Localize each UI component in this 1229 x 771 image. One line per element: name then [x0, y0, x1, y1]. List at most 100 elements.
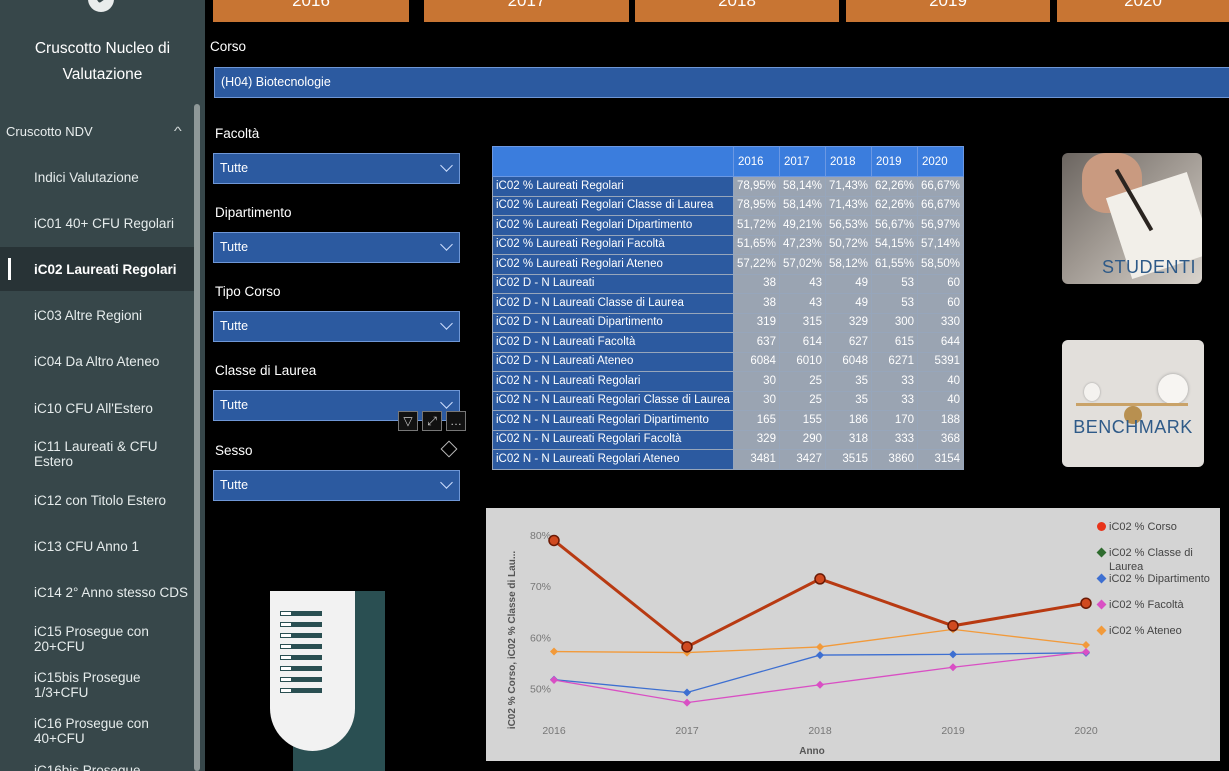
table-row-label: iC02 % Laureati Regolari — [492, 176, 734, 197]
table-row-label: iC02 N - N Laureati Regolari Dipartiment… — [492, 410, 734, 431]
balance-ball-small — [1084, 383, 1100, 401]
sidebar-item-ic10-cfu-all-estero[interactable]: iC10 CFU All'Estero — [0, 386, 195, 430]
data-point[interactable] — [947, 620, 959, 632]
sidebar-scrollbar[interactable] — [194, 104, 200, 771]
more-options-icon[interactable]: … — [446, 411, 466, 431]
series-line[interactable] — [553, 539, 1087, 649]
diamond-marker-icon — [1096, 599, 1107, 610]
table-cell: 53 — [870, 293, 919, 314]
sidebar-item-ic02-laureati-regolari[interactable]: iC02 Laureati Regolari — [0, 247, 195, 292]
data-point[interactable] — [1080, 597, 1092, 609]
data-point[interactable] — [816, 680, 824, 689]
sidebar-item-indici-valutazione[interactable]: Indici Valutazione — [0, 155, 195, 199]
balance-ball-large — [1158, 374, 1188, 404]
year-button-2017[interactable]: 2017 — [424, 0, 629, 22]
studenti-card[interactable]: STUDENTI — [1062, 153, 1202, 284]
table-cell: 290 — [778, 429, 826, 450]
legend-item[interactable]: iC02 % Facoltà — [1096, 598, 1220, 624]
table-cell: 49 — [824, 293, 873, 314]
table-cell: 6048 — [824, 351, 873, 372]
sidebar-item-ic12-con-titolo-estero[interactable]: iC12 con Titolo Estero — [0, 478, 195, 522]
sidebar-item-label: iC03 Altre Regioni — [34, 308, 143, 324]
nav-group-cruscotto-ndv[interactable]: Cruscotto NDV ^ — [0, 114, 195, 148]
sidebar-item-label: iC13 CFU Anno 1 — [34, 539, 140, 555]
data-point[interactable] — [949, 663, 957, 672]
data-point[interactable] — [681, 641, 693, 653]
series-line[interactable] — [553, 539, 1087, 648]
table-header-blank — [492, 146, 734, 177]
sidebar-item-ic11-laureati-cfu-estero[interactable]: iC11 Laureati & CFU Estero — [0, 432, 195, 476]
facolta-select[interactable]: Tutte — [213, 153, 460, 184]
benchmark-card[interactable]: BENCHMARK — [1062, 340, 1204, 467]
diamond-marker-icon — [1096, 573, 1107, 584]
table-cell: 30 — [732, 390, 780, 411]
table-cell: 60 — [917, 273, 965, 294]
year-button-2018[interactable]: 2018 — [635, 0, 839, 22]
data-point[interactable] — [816, 651, 824, 660]
table-cell: 51,72% — [732, 215, 780, 236]
sidebar-item-ic01-40-cfu-regolari[interactable]: iC01 40+ CFU Regolari — [0, 201, 195, 245]
data-point[interactable] — [949, 650, 957, 659]
data-point[interactable] — [550, 676, 558, 685]
data-point[interactable] — [550, 647, 558, 656]
table-header-2018[interactable]: 2018 — [824, 146, 873, 177]
table-cell: 61,55% — [870, 254, 919, 275]
sidebar-item-ic04-da-altro-ateneo[interactable]: iC04 Da Altro Ateneo — [0, 340, 195, 384]
table-header-2020[interactable]: 2020 — [917, 146, 965, 177]
table-row: iC02 N - N Laureati Regolari Facoltà 329 2… — [492, 429, 965, 450]
year-button-2019[interactable]: 2019 — [846, 0, 1050, 22]
table-cell: 315 — [778, 312, 826, 333]
sidebar-item-label: iC10 CFU All'Estero — [34, 400, 153, 416]
line-chart: iC02 % Corso, iC02 % Classe di Lau... An… — [486, 508, 1220, 761]
data-point[interactable] — [814, 573, 826, 585]
data-point[interactable] — [683, 698, 691, 707]
table-header-2019[interactable]: 2019 — [870, 146, 919, 177]
table-row: iC02 N - N Laureati Regolari Classe di L… — [492, 390, 965, 411]
sidebar-item-ic15bis-prosegue-1-3-cfu[interactable]: iC15bis Prosegue 1/3+CFU — [0, 663, 195, 707]
focus-mode-icon[interactable]: ⤢ — [422, 411, 442, 431]
table-cell: 56,97% — [917, 215, 965, 236]
sidebar-item-ic03-altre-regioni[interactable]: iC03 Altre Regioni — [0, 294, 195, 338]
sidebar-item-label: iC16bis Prosegue 2/3+CFU — [34, 762, 141, 771]
sesso-label: Sesso — [215, 443, 253, 458]
sidebar-item-label: iC16 Prosegue con 40+CFU — [34, 716, 149, 747]
sidebar-item-ic16-prosegue-con-40-cfu[interactable]: iC16 Prosegue con 40+CFU — [0, 709, 195, 753]
tipo-corso-select[interactable]: Tutte — [213, 311, 460, 342]
data-point[interactable] — [1082, 647, 1090, 656]
circle-marker-icon — [1097, 522, 1106, 531]
legend-item[interactable]: iC02 % Ateneo — [1096, 624, 1220, 650]
sesso-select[interactable]: Tutte — [213, 470, 460, 501]
series-line[interactable] — [553, 651, 1087, 704]
legend-item[interactable]: iC02 % Corso — [1097, 520, 1220, 546]
year-button-2016[interactable]: 2016 — [213, 0, 409, 22]
corso-select[interactable]: (H04) Biotecnologie — [214, 67, 1229, 98]
table-row: iC02 D - N Laureati Classe di Laurea 38 43… — [492, 293, 965, 314]
data-point[interactable] — [1082, 641, 1090, 649]
table-header-2016[interactable]: 2016 — [732, 146, 780, 177]
data-point[interactable] — [816, 642, 824, 651]
sidebar-item-ic15-prosegue-con-20-cfu[interactable]: iC15 Prosegue con 20+CFU — [0, 617, 195, 661]
sidebar-item-ic16bis-prosegue-2-3-cfu[interactable]: iC16bis Prosegue 2/3+CFU — [0, 756, 195, 771]
legend-item[interactable]: iC02 % Dipartimento — [1096, 572, 1220, 598]
table-cell: 330 — [917, 312, 965, 333]
dipartimento-value: Tutte — [220, 240, 249, 254]
table-row: iC02 D - N Laureati 38 43 49 53 60 — [492, 273, 965, 294]
eraser-icon[interactable] — [440, 440, 458, 458]
legend-item[interactable]: iC02 % Classe di Laurea — [1096, 546, 1220, 573]
sidebar-item-label: iC04 Da Altro Ateneo — [34, 354, 160, 370]
studenti-card-label: STUDENTI — [1102, 257, 1196, 277]
dipartimento-select[interactable]: Tutte — [213, 232, 460, 263]
chevron-up-icon[interactable]: ^ — [174, 124, 182, 138]
table-header-2017[interactable]: 2017 — [778, 146, 826, 177]
data-point[interactable] — [683, 688, 691, 697]
table-row-label: iC02 % Laureati Regolari Ateneo — [492, 254, 734, 275]
logo-bar — [280, 655, 322, 660]
tipo-corso-value: Tutte — [220, 319, 249, 333]
data-point[interactable] — [548, 534, 560, 547]
year-button-2020[interactable]: 2020 — [1057, 0, 1229, 22]
table-cell: 637 — [732, 332, 780, 353]
sidebar-item-ic13-cfu-anno-1[interactable]: iC13 CFU Anno 1 — [0, 525, 195, 569]
filter-icon[interactable]: ▽ — [398, 411, 418, 431]
sidebar-item-ic14-2-anno-stesso-cds[interactable]: iC14 2° Anno stesso CDS — [0, 571, 195, 615]
sidebar: Cruscotto Nucleo di Valutazione Cruscott… — [0, 0, 205, 771]
